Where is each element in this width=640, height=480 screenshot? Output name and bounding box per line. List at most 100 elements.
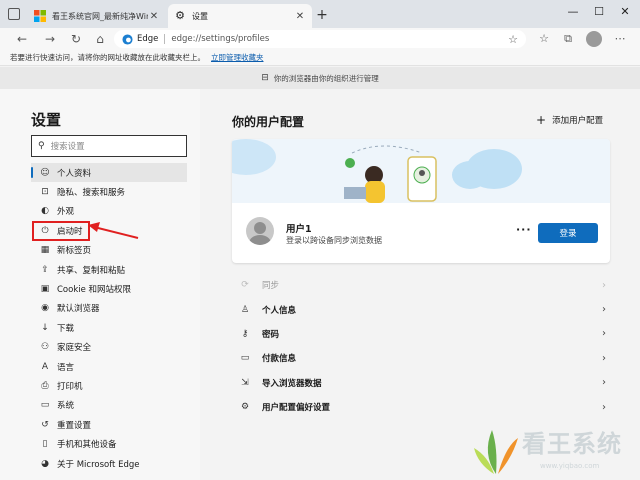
add-favorite-icon[interactable]: ☆ bbox=[508, 33, 518, 46]
favorites-star-icon[interactable]: ☆ bbox=[536, 31, 552, 47]
sidebar-item-default-browser[interactable]: ◉ 默认浏览器 bbox=[31, 299, 187, 318]
row-personal-info[interactable]: ♙ 个人信息 › bbox=[232, 297, 610, 321]
tab-strip: 看王系统官网_最新纯净Win10系统 ✕ ⚙ 设置 ✕ + — ☐ ✕ bbox=[0, 0, 640, 28]
minimize-button[interactable]: — bbox=[560, 4, 586, 20]
more-menu-icon[interactable]: ⋯ bbox=[612, 31, 628, 47]
address-edge-label: Edge bbox=[137, 34, 159, 44]
sidebar-item-about[interactable]: ◕ 关于 Microsoft Edge bbox=[31, 454, 187, 473]
watermark-text: 看王系统 bbox=[522, 430, 622, 458]
share-icon: ⇪ bbox=[41, 264, 49, 275]
manage-favorites-link[interactable]: 立即管理收藏夹 bbox=[211, 52, 264, 63]
sidebar-item-family[interactable]: ⚇ 家庭安全 bbox=[31, 338, 187, 357]
sidebar-item-label: 家庭安全 bbox=[57, 343, 92, 354]
person-icon: ♙ bbox=[240, 304, 250, 315]
sync-icon: ⟳ bbox=[241, 280, 249, 291]
signin-button[interactable]: 登录 bbox=[538, 223, 598, 243]
add-profile-label: 添加用户配置 bbox=[552, 116, 604, 126]
chevron-right-icon: › bbox=[602, 328, 606, 340]
printer-icon: ⎙ bbox=[41, 380, 49, 391]
tab-settings[interactable]: ⚙ 设置 ✕ bbox=[168, 4, 312, 28]
download-icon: ↓ bbox=[41, 322, 49, 333]
search-placeholder: 搜索设置 bbox=[50, 142, 85, 152]
annotation-highlight-box bbox=[32, 221, 90, 241]
add-profile-button[interactable]: + 添加用户配置 bbox=[536, 113, 603, 127]
managed-notice: ⊟ 你的浏览器由你的组织进行管理 bbox=[0, 67, 640, 89]
chevron-right-icon: › bbox=[602, 304, 606, 316]
page-title: 你的用户配置 bbox=[232, 115, 305, 129]
sidebar-item-label: 新标签页 bbox=[57, 246, 92, 257]
sidebar-item-label: 关于 Microsoft Edge bbox=[57, 459, 140, 470]
collections-icon[interactable]: ⧉ bbox=[560, 31, 576, 47]
new-tab-button[interactable]: + bbox=[314, 7, 330, 23]
search-icon: ⚲ bbox=[38, 141, 45, 151]
sidebar-title: 设置 bbox=[31, 111, 62, 129]
back-button[interactable]: ← bbox=[14, 31, 30, 47]
chevron-right-icon: › bbox=[602, 401, 606, 413]
profile-settings-icon: ⚙ bbox=[240, 402, 250, 413]
appearance-icon: ◐ bbox=[41, 206, 49, 217]
row-label: 用户配置偏好设置 bbox=[262, 403, 331, 414]
tab-close-icon[interactable]: ✕ bbox=[148, 11, 160, 22]
profile-banner-illustration bbox=[232, 139, 610, 203]
address-bar[interactable]: Edge edge://settings/profiles ☆ bbox=[114, 30, 526, 48]
toolbar: ← → ↻ ⌂ Edge edge://settings/profiles ☆ … bbox=[0, 28, 640, 50]
sidebar-item-label: 隐私、搜索和服务 bbox=[57, 188, 126, 199]
maximize-button[interactable]: ☐ bbox=[586, 4, 612, 20]
edge-icon: ◕ bbox=[41, 458, 49, 469]
plus-icon: + bbox=[536, 113, 547, 127]
home-button[interactable]: ⌂ bbox=[92, 31, 108, 47]
gear-icon: ⚙ bbox=[175, 9, 185, 22]
sidebar-item-label: 语言 bbox=[57, 362, 75, 373]
row-import[interactable]: ⇲ 导入浏览器数据 › bbox=[232, 371, 610, 395]
watermark-url: www.yiqbao.com bbox=[540, 462, 600, 470]
row-profile-preferences[interactable]: ⚙ 用户配置偏好设置 › bbox=[232, 395, 610, 419]
forward-button[interactable]: → bbox=[42, 31, 58, 47]
search-settings-input[interactable]: ⚲ 搜索设置 bbox=[31, 135, 187, 157]
tab-actions-icon[interactable] bbox=[8, 8, 20, 20]
sidebar-nav: ☺ 个人资料 ⊡ 隐私、搜索和服务 ◐ 外观 ⏻ 启动时 ▦ 新标签页 ⇪ 共享、复制和粘贴… bbox=[31, 163, 187, 473]
sidebar-item-reset[interactable]: ↺ 重置设置 bbox=[31, 415, 187, 434]
tab-close-icon[interactable]: ✕ bbox=[294, 11, 306, 22]
sidebar-item-downloads[interactable]: ↓ 下载 bbox=[31, 318, 187, 337]
row-passwords[interactable]: ⚷ 密码 › bbox=[232, 322, 610, 346]
sidebar-item-privacy[interactable]: ⊡ 隐私、搜索和服务 bbox=[31, 182, 187, 201]
profile-more-icon[interactable]: ··· bbox=[516, 223, 532, 236]
newtab-icon: ▦ bbox=[40, 245, 50, 256]
sidebar-item-cookies[interactable]: ▣ Cookie 和网站权限 bbox=[31, 279, 187, 298]
row-sync[interactable]: ⟳ 同步 › bbox=[232, 273, 610, 297]
tab-xitong[interactable]: 看王系统官网_最新纯净Win10系统 ✕ bbox=[28, 4, 166, 28]
managed-text: 你的浏览器由你的组织进行管理 bbox=[273, 73, 379, 83]
sidebar-item-profiles[interactable]: ☺ 个人资料 bbox=[31, 163, 187, 183]
tab-title: 看王系统官网_最新纯净Win10系统 bbox=[52, 11, 148, 21]
sidebar-item-newtab[interactable]: ▦ 新标签页 bbox=[31, 241, 187, 260]
sidebar-item-label: 打印机 bbox=[57, 381, 83, 392]
sidebar-item-label: 个人资料 bbox=[57, 168, 92, 179]
refresh-button[interactable]: ↻ bbox=[68, 31, 84, 47]
sidebar-item-languages[interactable]: A 语言 bbox=[31, 357, 187, 376]
row-label: 同步 bbox=[262, 281, 280, 292]
profile-settings-list: ⟳ 同步 › ♙ 个人信息 › ⚷ 密码 › ▭ 付款信息 › ⇲ 导入浏览器数据 › ⚙ 用户配置偏… bbox=[232, 273, 610, 419]
row-payment[interactable]: ▭ 付款信息 › bbox=[232, 346, 610, 370]
row-label: 导入浏览器数据 bbox=[262, 378, 322, 389]
language-icon: A bbox=[41, 361, 49, 372]
row-label: 密码 bbox=[262, 329, 280, 340]
sidebar-item-printers[interactable]: ⎙ 打印机 bbox=[31, 376, 187, 395]
sidebar-item-system[interactable]: ▭ 系统 bbox=[31, 396, 187, 415]
profile-avatar[interactable] bbox=[586, 31, 602, 47]
address-url[interactable]: edge://settings/profiles bbox=[171, 34, 508, 44]
settings-sidebar: 设置 ⚲ 搜索设置 ☺ 个人资料 ⊡ 隐私、搜索和服务 ◐ 外观 ⏻ 启动时 ▦ 新标签页… bbox=[0, 89, 200, 480]
favorites-bar: 若要进行快速访问，请将你的网址收藏放在此收藏夹栏上。 立即管理收藏夹 bbox=[0, 50, 640, 66]
row-label: 个人信息 bbox=[262, 305, 297, 316]
sidebar-item-label: 重置设置 bbox=[57, 420, 92, 431]
edge-icon bbox=[122, 33, 133, 45]
sidebar-item-share[interactable]: ⇪ 共享、复制和粘贴 bbox=[31, 260, 187, 279]
system-icon: ▭ bbox=[40, 400, 50, 411]
site-favicon-icon bbox=[34, 10, 46, 22]
phone-icon: ▯ bbox=[42, 439, 48, 450]
close-window-button[interactable]: ✕ bbox=[612, 4, 638, 20]
sidebar-item-label: 下载 bbox=[57, 323, 75, 334]
chevron-right-icon: › bbox=[602, 279, 606, 291]
sidebar-item-phone[interactable]: ▯ 手机和其他设备 bbox=[31, 434, 187, 453]
settings-main: 你的用户配置 + 添加用户配置 用户1 登录以跨设备同步浏览数据 ··· 登录 … bbox=[202, 89, 640, 480]
favorites-bar-text: 若要进行快速访问，请将你的网址收藏放在此收藏夹栏上。 bbox=[10, 53, 205, 62]
